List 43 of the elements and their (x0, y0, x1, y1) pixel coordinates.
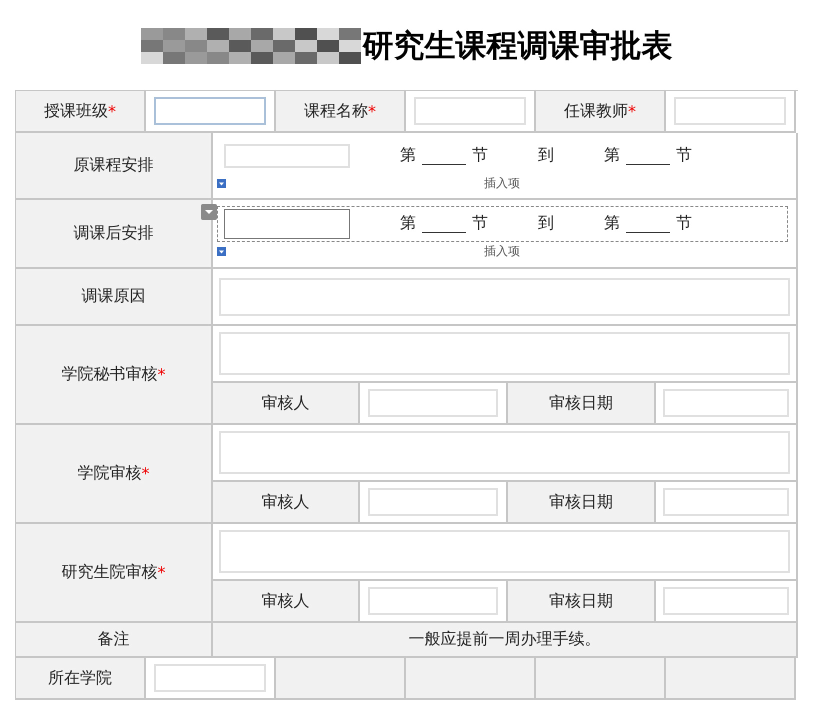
form-title: 研究生课程调课审批表 (362, 27, 672, 66)
period-prefix: 第 (604, 213, 620, 234)
date-input[interactable] (663, 488, 789, 516)
field-label: 审核日期 (508, 480, 656, 522)
to-word: 到 (538, 213, 554, 234)
field-label: 所在学院 (16, 658, 146, 700)
period-suffix: 节 (472, 213, 488, 234)
date-input[interactable] (663, 587, 789, 615)
text-area[interactable] (219, 332, 790, 375)
to-word: 到 (538, 145, 554, 166)
field-label: 审核人 (213, 579, 360, 621)
row-label: 学院审核* (16, 425, 213, 524)
row-label: 调课原因 (16, 269, 213, 326)
field-label: 审核人 (213, 381, 360, 423)
text-input[interactable] (224, 208, 350, 238)
period-prefix: 第 (400, 145, 416, 166)
period-prefix: 第 (400, 213, 416, 234)
row-label: 调课后安排 (16, 200, 213, 269)
text-area[interactable] (219, 278, 790, 316)
text-area[interactable] (219, 431, 790, 474)
field-label: 任课教师* (536, 91, 666, 133)
field-label: 授课班级* (16, 91, 146, 133)
row-label: 备注 (16, 623, 213, 658)
insert-item-link[interactable]: 插入项 (484, 175, 520, 192)
dropdown-icon[interactable] (217, 179, 226, 188)
insert-item-link[interactable]: 插入项 (484, 243, 520, 260)
period-suffix: 节 (472, 145, 488, 166)
field-label: 审核人 (213, 480, 360, 522)
text-input[interactable] (154, 97, 266, 125)
date-input[interactable] (663, 389, 789, 417)
dropdown-icon[interactable] (217, 247, 226, 256)
dropdown-icon[interactable] (201, 204, 217, 220)
row-label: 原课程安排 (16, 133, 213, 200)
field-label: 审核日期 (508, 381, 656, 423)
field-label: 审核日期 (508, 579, 656, 621)
row-label: 研究生院审核* (16, 524, 213, 623)
period-suffix: 节 (676, 213, 692, 234)
period-prefix: 第 (604, 145, 620, 166)
row-label: 学院秘书审核* (16, 326, 213, 425)
field-label: 课程名称* (276, 91, 406, 133)
remark-text: 一般应提前一周办理手续。 (213, 623, 798, 658)
period-suffix: 节 (676, 145, 692, 166)
text-area[interactable] (219, 530, 790, 573)
